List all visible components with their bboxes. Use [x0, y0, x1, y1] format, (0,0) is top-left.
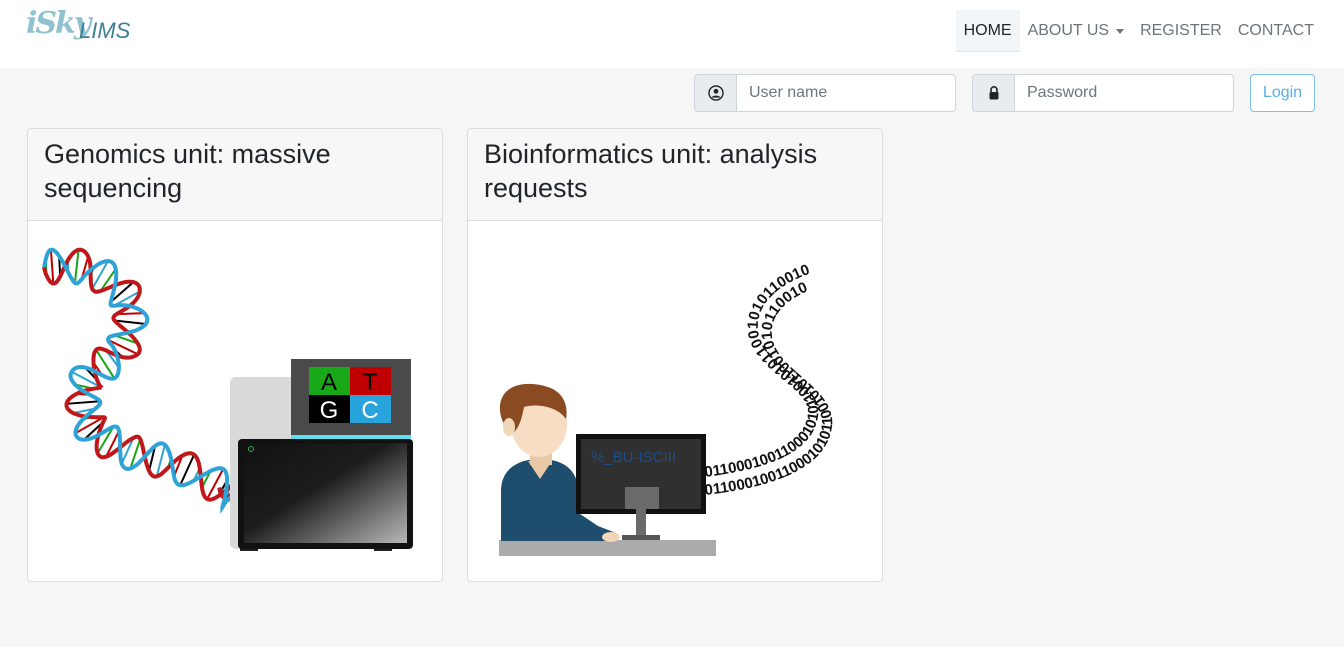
monitor-screen-text: %_BU-ISCIII [591, 449, 676, 466]
login-button[interactable]: Login [1250, 74, 1315, 112]
brand-logo[interactable]: iSky LIMS [26, 6, 136, 56]
username-input[interactable] [736, 74, 956, 112]
nav-home-label: HOME [963, 21, 1012, 39]
lock-icon [972, 74, 1014, 112]
nav-contact-label: CONTACT [1237, 22, 1314, 39]
bioinformatics-card[interactable]: Bioinformatics unit: analysis requests 0… [467, 128, 883, 582]
genomics-card[interactable]: Genomics unit: massive sequencing A T G … [27, 128, 443, 582]
base-letter-a: A [321, 369, 337, 396]
main-nav: HOME ABOUT US REGISTER CONTACT [955, 10, 1322, 52]
genomics-card-header: Genomics unit: massive sequencing [28, 129, 442, 221]
bioinformatics-card-body: 0110001001100010101100101011001010110010… [468, 221, 882, 581]
base-letter-g: G [320, 397, 339, 424]
nav-about-us-label: ABOUT US [1027, 22, 1110, 39]
bioinformatics-illustration: 0110001001100010101100101011001010110010… [499, 261, 836, 556]
password-group [972, 74, 1234, 112]
user-circle-icon [694, 74, 736, 112]
scientist-at-computer-illustration: %_BU-ISCIII [499, 383, 716, 556]
base-letter-t: T [363, 369, 378, 396]
navbar: iSky LIMS HOME ABOUT US REGISTER CONTACT [0, 0, 1344, 68]
chevron-down-icon [1116, 28, 1125, 34]
password-input[interactable] [1014, 74, 1234, 112]
username-group [694, 74, 956, 112]
dna-base-pair [66, 400, 101, 405]
bioinformatics-card-title: Bioinformatics unit: analysis requests [484, 139, 818, 203]
bioinformatics-card-header: Bioinformatics unit: analysis requests [468, 129, 882, 221]
dna-helix-illustration [42, 247, 251, 515]
dna-base-pair [73, 249, 80, 284]
nav-about-us[interactable]: ABOUT US [1020, 10, 1133, 52]
nav-home[interactable]: HOME [955, 10, 1020, 52]
dna-base-pair [49, 249, 55, 284]
logo-suffix: LIMS [79, 18, 131, 43]
nav-register[interactable]: REGISTER [1132, 10, 1230, 52]
base-letter-c: C [361, 397, 378, 424]
genomics-illustration: A T G C [42, 247, 413, 551]
nav-contact[interactable]: CONTACT [1230, 10, 1322, 52]
genomics-card-body: A T G C [28, 221, 442, 581]
genomics-card-title: Genomics unit: massive sequencing [44, 139, 331, 203]
nav-register-label: REGISTER [1140, 22, 1222, 39]
